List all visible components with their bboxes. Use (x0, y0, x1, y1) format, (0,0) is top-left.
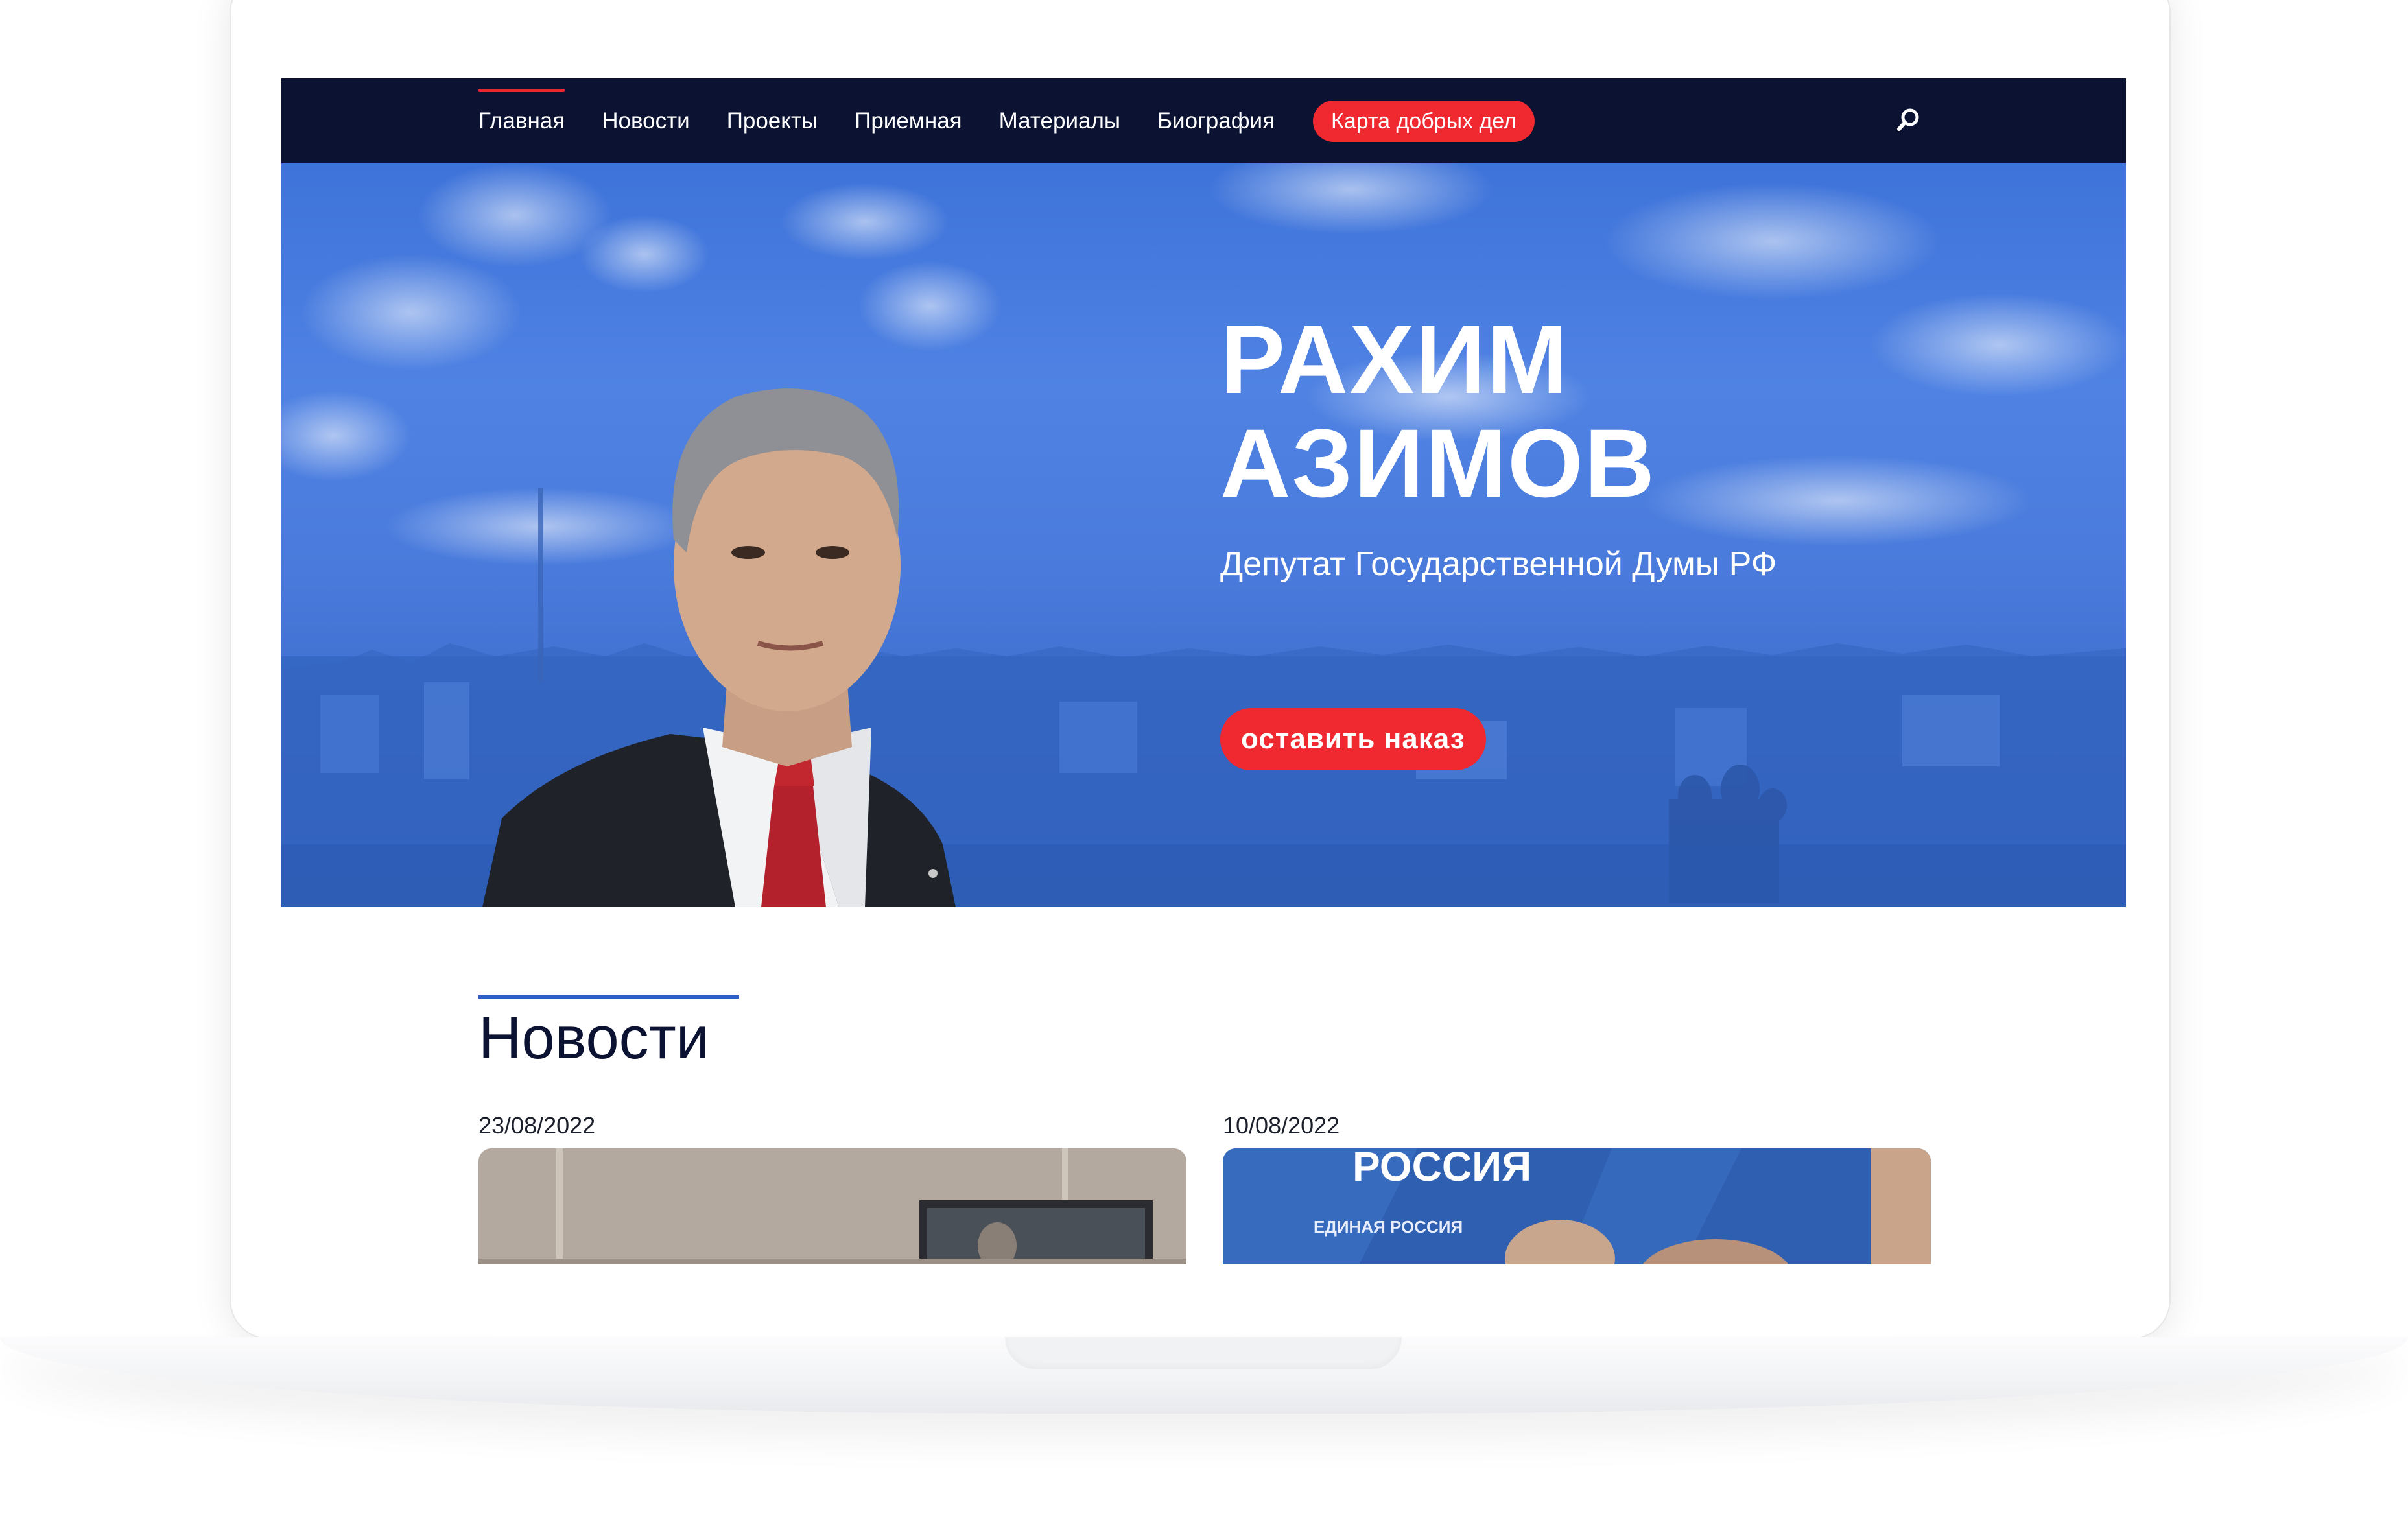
search-icon (1897, 108, 1919, 131)
laptop-notch (1005, 1337, 1402, 1369)
news-date: 10/08/2022 (1223, 1112, 1340, 1139)
nav-item-biography[interactable]: Биография (1157, 108, 1275, 134)
deputy-last-name: АЗИМОВ (1220, 409, 1657, 517)
news-logo-text: ЕДИНАЯ РОССИЯ (1314, 1217, 1463, 1237)
deputy-name: РАХИМ АЗИМОВ (1220, 307, 1656, 515)
deputy-first-name: РАХИМ (1220, 305, 1570, 414)
news-section-title: Новости (478, 1005, 710, 1071)
nav-item-home[interactable]: Главная (478, 88, 565, 134)
news-thumbnail[interactable]: РОССИЯ ЕДИНАЯ РОССИЯ (1223, 1148, 1931, 1264)
deputy-title: Депутат Государственной Думы РФ (1220, 545, 1777, 583)
nav-item-news[interactable]: Новости (602, 108, 690, 134)
leave-request-button[interactable]: оставить наказ (1220, 708, 1486, 770)
nav-item-materials[interactable]: Материалы (999, 108, 1120, 134)
news-card[interactable]: 10/08/2022 РОССИЯ ЕДИНАЯ РОССИЯ (1223, 1112, 1931, 1264)
news-section-divider (478, 995, 739, 999)
hero-banner: РАХИМ АЗИМОВ Депутат Государственной Дум… (281, 163, 2126, 907)
search-button[interactable] (1891, 103, 1925, 137)
nav-menu: Главная Новости Проекты Приемная Материа… (478, 78, 1535, 163)
top-navbar: Главная Новости Проекты Приемная Материа… (281, 78, 2126, 163)
news-date: 23/08/2022 (478, 1112, 596, 1139)
news-card[interactable]: 23/08/2022 (478, 1112, 1186, 1264)
news-banner-text: РОССИЯ (1352, 1148, 1531, 1190)
website-screen: Главная Новости Проекты Приемная Материа… (281, 78, 2126, 1264)
nav-item-reception[interactable]: Приемная (855, 108, 962, 134)
good-deeds-map-button[interactable]: Карта добрых дел (1313, 100, 1535, 142)
news-thumbnail[interactable] (478, 1148, 1186, 1264)
deputy-portrait-image (482, 388, 956, 907)
news-photo-united-russia: РОССИЯ ЕДИНАЯ РОССИЯ (1223, 1148, 1931, 1264)
nav-item-projects[interactable]: Проекты (727, 108, 818, 134)
news-photo-meeting (478, 1148, 1186, 1264)
